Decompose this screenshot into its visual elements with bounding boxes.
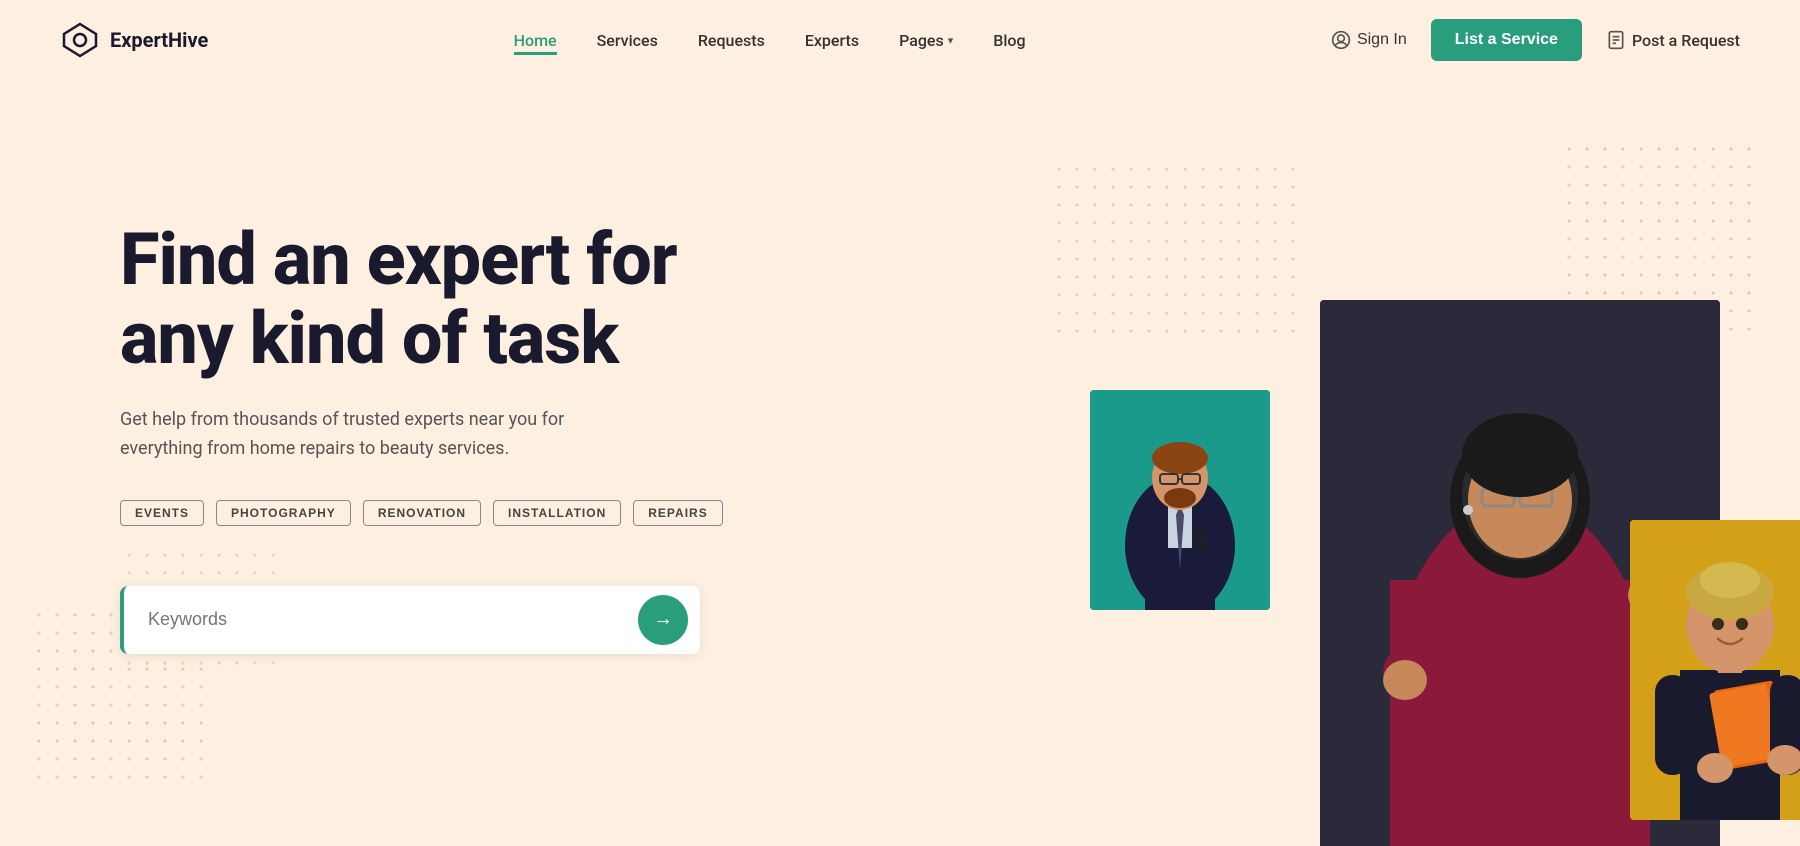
hero-title-line1: Find an expert for [120,217,677,302]
document-icon [1606,30,1626,50]
nav-services[interactable]: Services [597,31,658,50]
chevron-down-icon: ▾ [948,34,954,47]
tag-events[interactable]: EVENTS [120,500,204,526]
search-button[interactable]: → [638,595,688,645]
hero-content: Find an expert for any kind of task Get … [120,140,820,654]
hero-subtitle: Get help from thousands of trusted exper… [120,406,640,464]
nav-pages-label[interactable]: Pages [899,31,944,50]
sign-in-button[interactable]: Sign In [1331,30,1407,50]
main-nav: Home Services Requests Experts Pages ▾ B… [514,31,1026,50]
post-request-label: Post a Request [1632,31,1740,50]
nav-requests[interactable]: Requests [698,31,765,50]
logo-text: ExpertHive [110,28,208,52]
hero-images [900,80,1800,846]
nav-home[interactable]: Home [514,31,557,55]
dots-img-top [1050,160,1310,340]
tag-photography[interactable]: PHOTOGRAPHY [216,500,351,526]
nav-experts[interactable]: Experts [805,31,859,50]
sign-in-label: Sign In [1357,31,1407,49]
hero-title-line2: any kind of task [120,296,618,381]
hero-section: Find an expert for any kind of task Get … [0,80,1800,846]
nav-pages[interactable]: Pages ▾ [899,31,953,50]
search-bar: → [120,586,700,654]
hero-title: Find an expert for any kind of task [120,220,820,378]
navbar: ExpertHive Home Services Requests Expert… [0,0,1800,80]
nav-blog[interactable]: Blog [993,31,1025,50]
person-woman-illustration [1630,520,1800,820]
search-input[interactable] [148,609,638,630]
tag-repairs[interactable]: REPAIRS [633,500,722,526]
person-suit-illustration [1090,390,1270,610]
navbar-actions: Sign In List a Service Post a Request [1331,19,1740,61]
logo-link[interactable]: ExpertHive [60,20,208,60]
tag-renovation[interactable]: RENOVATION [363,500,481,526]
search-arrow-icon: → [653,608,673,631]
expert-image-woman [1630,520,1800,820]
sign-in-icon [1331,30,1351,50]
logo-icon [60,20,100,60]
list-service-button[interactable]: List a Service [1431,19,1582,61]
tag-installation[interactable]: INSTALLATION [493,500,621,526]
hero-tags: EVENTS PHOTOGRAPHY RENOVATION INSTALLATI… [120,500,820,526]
expert-image-suit [1090,390,1270,610]
post-request-link[interactable]: Post a Request [1606,30,1740,50]
